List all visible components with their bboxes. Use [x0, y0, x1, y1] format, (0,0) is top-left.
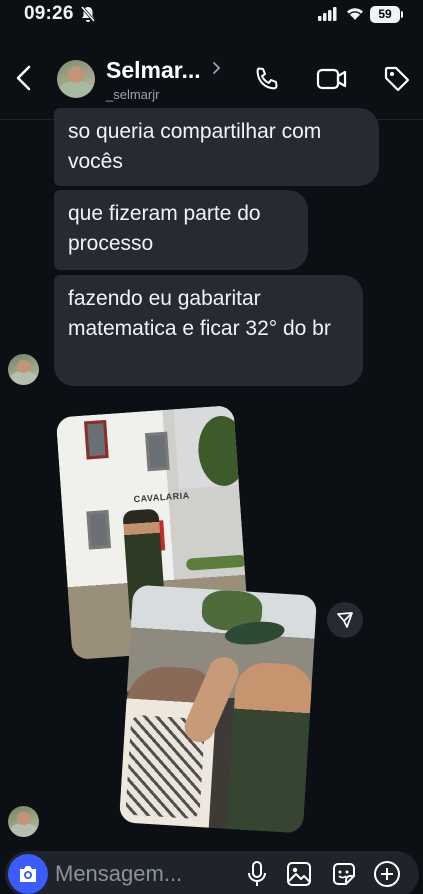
battery-indicator: 59 — [370, 6, 403, 23]
wifi-icon — [345, 5, 365, 26]
signal-icon — [318, 7, 338, 26]
silent-bell-icon — [80, 5, 96, 28]
camera-icon[interactable] — [8, 854, 48, 894]
contact-name[interactable]: Selmar... — [106, 57, 201, 84]
plus-icon[interactable] — [373, 860, 401, 893]
contact-handle: _selmarjr — [106, 87, 160, 102]
photo-window — [86, 510, 111, 550]
status-bar: 09:26 59 — [0, 0, 423, 30]
back-chevron-icon[interactable] — [12, 64, 38, 97]
microphone-icon[interactable] — [245, 860, 269, 893]
phone-icon[interactable] — [252, 64, 282, 99]
message-input[interactable]: Mensagem... — [55, 861, 182, 887]
photo-window — [145, 431, 170, 472]
status-time: 09:26 — [24, 3, 74, 24]
tag-icon[interactable] — [382, 64, 412, 99]
send-icon[interactable] — [327, 602, 363, 638]
message-bubble[interactable]: que fizeram parte do processo — [54, 190, 308, 270]
sender-avatar[interactable] — [8, 354, 39, 385]
building-sign: CAVALARIA — [133, 490, 191, 505]
message-composer: Mensagem... — [5, 851, 419, 894]
photo-window — [84, 420, 109, 460]
chevron-right-icon[interactable] — [212, 61, 222, 80]
sender-avatar[interactable] — [8, 806, 39, 837]
contact-avatar[interactable] — [57, 60, 95, 98]
dm-thread-screen: 09:26 59 Selmar... _selmarjr so queria c… — [0, 0, 423, 894]
photo-cadet — [226, 661, 315, 834]
message-bubble[interactable]: so queria compartilhar com vocês — [54, 108, 379, 186]
sticker-icon[interactable] — [330, 860, 358, 893]
gallery-icon[interactable] — [285, 860, 313, 893]
message-bubble[interactable]: fazendo eu gabaritar matematica e ficar … — [54, 275, 363, 386]
photo-lawn — [185, 554, 247, 571]
shared-photo-ceremony[interactable] — [118, 584, 318, 834]
video-camera-icon[interactable] — [316, 64, 348, 99]
